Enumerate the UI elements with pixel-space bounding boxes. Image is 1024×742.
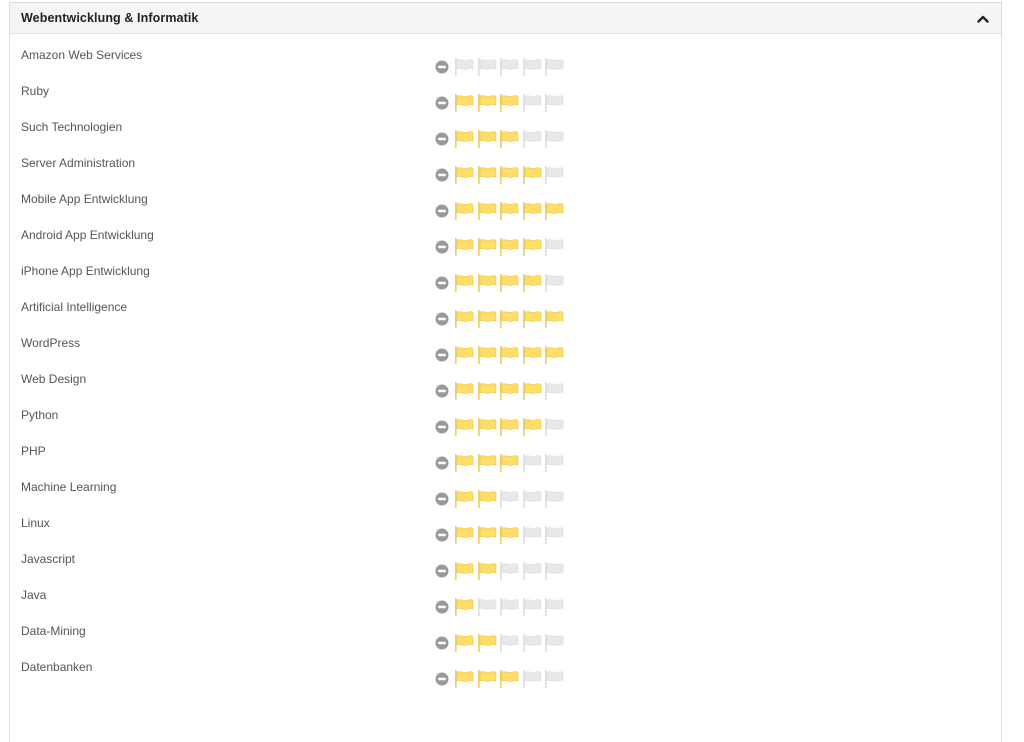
skill-row: Amazon Web Services: [10, 36, 1001, 76]
skill-name: Machine Learning: [21, 480, 117, 494]
skill-list: Amazon Web Services Ruby Such Technologien…: [10, 36, 1001, 688]
skill-row: Mobile App Entwicklung: [10, 180, 1001, 220]
skill-name: Amazon Web Services: [21, 48, 143, 62]
skill-name: Such Technologien: [21, 120, 123, 134]
flag-filled-icon[interactable]: [499, 669, 522, 689]
skill-name: Java: [21, 588, 47, 602]
skill-row: Linux: [10, 504, 1001, 544]
skill-name: Mobile App Entwicklung: [21, 192, 148, 206]
skill-category-panel: Webentwicklung & Informatik Amazon Web S…: [9, 2, 1002, 742]
skill-row: Server Administration: [10, 144, 1001, 184]
skill-row: Web Design: [10, 360, 1001, 400]
chevron-up-icon[interactable]: [973, 9, 993, 27]
flag-filled-icon[interactable]: [477, 669, 500, 689]
flag-empty-icon[interactable]: [522, 669, 545, 689]
skill-name: Android App Entwicklung: [21, 228, 154, 242]
skill-row: Ruby: [10, 72, 1001, 112]
skill-name: Artificial Intelligence: [21, 300, 128, 314]
skill-row: Datenbanken: [10, 648, 1001, 688]
skill-name: Linux: [21, 516, 50, 530]
flag-filled-icon[interactable]: [454, 669, 477, 689]
skill-name: Data-Mining: [21, 624, 86, 638]
skill-name: PHP: [21, 444, 46, 458]
skill-name: Javascript: [21, 552, 76, 566]
panel-title: Webentwicklung & Informatik: [21, 11, 199, 25]
skill-row: Machine Learning: [10, 468, 1001, 508]
remove-rating-icon[interactable]: [434, 671, 450, 687]
skill-row: Such Technologien: [10, 108, 1001, 148]
skill-row: Data-Mining: [10, 612, 1001, 652]
flag-empty-icon[interactable]: [544, 669, 567, 689]
skill-row: Java: [10, 576, 1001, 616]
skill-name: Datenbanken: [21, 660, 93, 674]
skill-row: Android App Entwicklung: [10, 216, 1001, 256]
panel-header[interactable]: Webentwicklung & Informatik: [10, 3, 1001, 34]
skill-name: iPhone App Entwicklung: [21, 264, 150, 278]
skill-name: Server Administration: [21, 156, 136, 170]
skill-rating: [434, 669, 567, 689]
skill-row: Artificial Intelligence: [10, 288, 1001, 328]
skill-row: WordPress: [10, 324, 1001, 364]
skill-name: Python: [21, 408, 59, 422]
skill-row: Javascript: [10, 540, 1001, 580]
skill-row: iPhone App Entwicklung: [10, 252, 1001, 292]
skill-row: PHP: [10, 432, 1001, 472]
skill-name: Web Design: [21, 372, 87, 386]
skill-name: WordPress: [21, 336, 81, 350]
skill-name: Ruby: [21, 84, 50, 98]
skill-row: Python: [10, 396, 1001, 436]
